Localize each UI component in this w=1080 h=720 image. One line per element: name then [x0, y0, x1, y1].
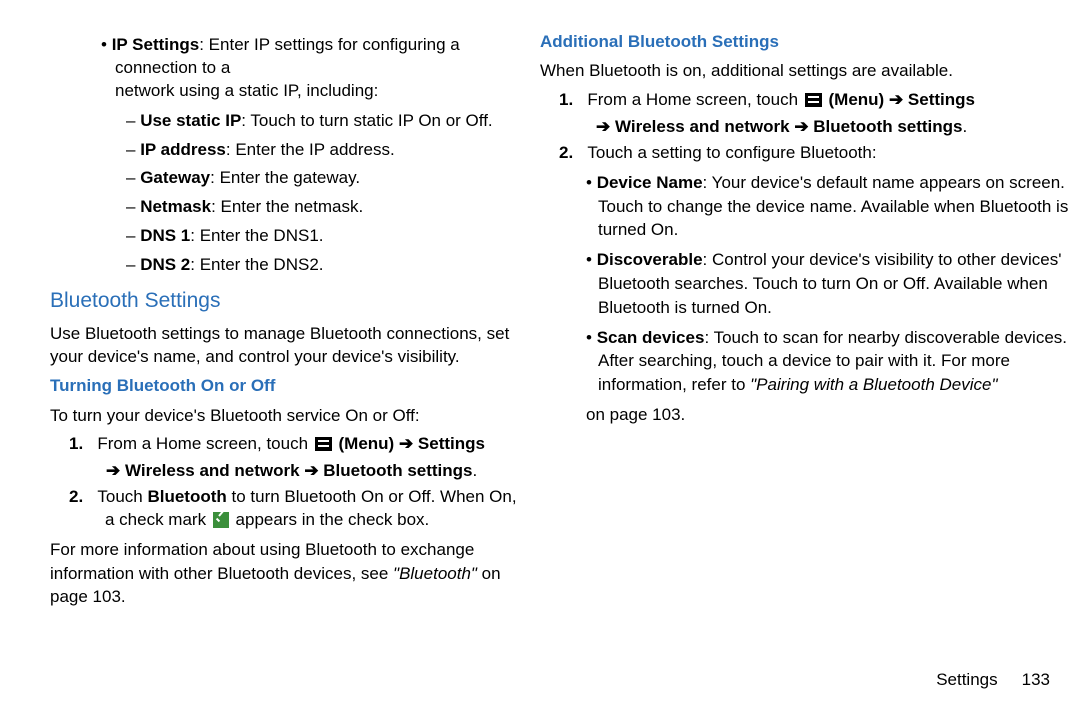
ip-sub-dns1: – DNS 1: Enter the DNS1.: [50, 224, 520, 248]
left-step1-settings: Settings: [413, 434, 485, 453]
left-more-info: For more information about using Bluetoo…: [50, 538, 520, 608]
additional-heading: Additional Bluetooth Settings: [540, 30, 1080, 53]
use-static-ip-label: Use static IP: [140, 111, 241, 130]
manual-page: • IP Settings: Enter IP settings for con…: [0, 0, 1080, 720]
left-step1-arrow: ➔: [399, 434, 413, 453]
right-step1-contlabel: ➔ Wireless and network ➔ Bluetooth setti…: [596, 117, 963, 136]
netmask-desc: : Enter the netmask.: [211, 197, 363, 216]
two-column-layout: • IP Settings: Enter IP settings for con…: [0, 30, 1080, 615]
dns1-desc: : Enter the DNS1.: [190, 226, 323, 245]
left-step1-a: From a Home screen, touch: [97, 434, 312, 453]
right-step1-settings: Settings: [903, 90, 975, 109]
scan-devices-text-b: on page 103.: [540, 403, 1080, 427]
left-step1-contlabel: ➔ Wireless and network ➔ Bluetooth setti…: [106, 461, 473, 480]
right-step1-num: 1.: [559, 90, 573, 109]
ip-sub-static: – Use static IP: Touch to turn static IP…: [50, 109, 520, 133]
left-step2-num: 2.: [69, 487, 83, 506]
page-footer: Settings 133: [936, 670, 1050, 690]
bullet-device-name: • Device Name: Your device's default nam…: [540, 171, 1080, 242]
ip-sub-netmask: – Netmask: Enter the netmask.: [50, 195, 520, 219]
ip-address-label: IP address: [140, 140, 226, 159]
bluetooth-intro: Use Bluetooth settings to manage Bluetoo…: [50, 322, 520, 369]
right-step1-arrow: ➔: [889, 90, 903, 109]
ip-address-desc: : Enter the IP address.: [226, 140, 395, 159]
left-step2-d: appears in the check box.: [231, 510, 429, 529]
device-name-label: Device Name: [597, 173, 703, 192]
menu-icon: [805, 93, 822, 107]
left-more-italic: "Bluetooth": [393, 564, 477, 583]
dns2-label: DNS 2: [140, 255, 190, 274]
ip-settings-intro2: network using a static IP, including:: [115, 81, 378, 100]
bluetooth-settings-heading: Bluetooth Settings: [50, 287, 520, 316]
dns2-desc: : Enter the DNS2.: [190, 255, 323, 274]
right-step2-text: Touch a setting to configure Bluetooth:: [587, 143, 876, 162]
right-step-2: 2. Touch a setting to configure Bluetoot…: [540, 142, 1080, 165]
left-step2-a: Touch: [97, 487, 147, 506]
scan-devices-italic: "Pairing with a Bluetooth Device": [750, 375, 997, 394]
discoverable-label: Discoverable: [597, 250, 703, 269]
netmask-label: Netmask: [140, 197, 211, 216]
right-step2-num: 2.: [559, 143, 573, 162]
left-step-2: 2. Touch Bluetooth to turn Bluetooth On …: [50, 486, 520, 532]
use-static-ip-desc: : Touch to turn static IP On or Off.: [241, 111, 492, 130]
ip-sub-gateway: – Gateway: Enter the gateway.: [50, 166, 520, 190]
left-step1-num: 1.: [69, 434, 83, 453]
left-step1-period: .: [473, 461, 478, 480]
ip-settings-bullet: • IP Settings: Enter IP settings for con…: [50, 34, 520, 103]
left-step-1: 1. From a Home screen, touch (Menu) ➔ Se…: [50, 433, 520, 456]
gateway-desc: : Enter the gateway.: [210, 168, 360, 187]
ip-sub-dns2: – DNS 2: Enter the DNS2.: [50, 253, 520, 277]
bullet-discoverable: • Discoverable: Control your device's vi…: [540, 248, 1080, 319]
right-step1-cont: ➔ Wireless and network ➔ Bluetooth setti…: [540, 117, 1080, 137]
right-step1-a: From a Home screen, touch: [587, 90, 802, 109]
turning-intro: To turn your device's Bluetooth service …: [50, 404, 520, 427]
right-step-1: 1. From a Home screen, touch (Menu) ➔ Se…: [540, 89, 1080, 112]
right-step1-period: .: [963, 117, 968, 136]
ip-settings-label: IP Settings: [112, 35, 200, 54]
left-step1-menu: (Menu): [334, 434, 399, 453]
turning-heading: Turning Bluetooth On or Off: [50, 374, 520, 397]
gateway-label: Gateway: [140, 168, 210, 187]
left-step1-cont: ➔ Wireless and network ➔ Bluetooth setti…: [50, 461, 520, 481]
left-step2-b: Bluetooth: [147, 487, 226, 506]
check-icon: [213, 512, 229, 528]
right-column: Additional Bluetooth Settings When Bluet…: [530, 30, 1080, 615]
bullet-scan-devices: • Scan devices: Touch to scan for nearby…: [540, 326, 1080, 397]
additional-intro: When Bluetooth is on, additional setting…: [540, 59, 1080, 82]
ip-sub-address: – IP address: Enter the IP address.: [50, 138, 520, 162]
footer-section: Settings: [936, 670, 997, 689]
footer-page: 133: [1022, 670, 1050, 689]
dns1-label: DNS 1: [140, 226, 190, 245]
scan-devices-label: Scan devices: [597, 328, 705, 347]
left-column: • IP Settings: Enter IP settings for con…: [0, 30, 530, 615]
right-step1-menu: (Menu): [824, 90, 889, 109]
menu-icon: [315, 437, 332, 451]
